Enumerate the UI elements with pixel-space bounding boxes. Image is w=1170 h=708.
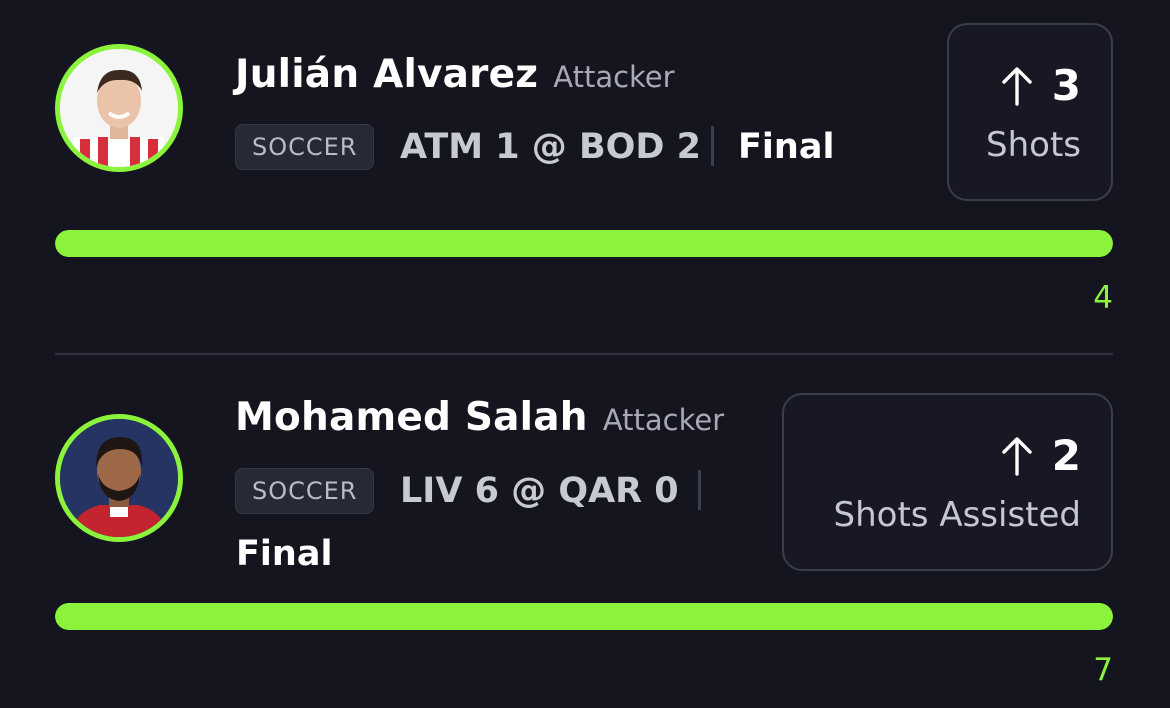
- player-avatar: [55, 414, 183, 542]
- pick-card[interactable]: Mohamed Salah Attacker SOCCER LIV 6 @ QA…: [0, 355, 1170, 708]
- progress-bar: [55, 603, 1113, 630]
- arrow-up-icon: [1000, 66, 1034, 106]
- progress-bar: [55, 230, 1113, 257]
- score-divider: [711, 126, 714, 166]
- player-position: Attacker: [553, 60, 675, 94]
- picks-page: Julián Alvarez Attacker SOCCER ATM 1 @ B…: [0, 0, 1170, 708]
- player-avatar: [55, 44, 183, 172]
- player-name-row: Julián Alvarez Attacker: [235, 52, 675, 97]
- actual-stat-value: 7: [1093, 652, 1113, 688]
- progress-fill: [55, 603, 1113, 630]
- prop-line-box[interactable]: 3 Shots: [947, 23, 1113, 201]
- pick-card[interactable]: Julián Alvarez Attacker SOCCER ATM 1 @ B…: [0, 0, 1170, 355]
- player-name-row: Mohamed Salah Attacker: [235, 395, 724, 440]
- game-score: LIV 6 @ QAR 0: [400, 471, 679, 511]
- prop-stat: Shots Assisted: [833, 495, 1081, 535]
- score-divider: [698, 470, 701, 510]
- game-status: Final: [236, 534, 333, 574]
- arrow-up-icon: [1000, 436, 1034, 476]
- prop-line-box[interactable]: 2 Shots Assisted: [782, 393, 1113, 571]
- prop-line-value: 3: [1051, 61, 1081, 110]
- prop-stat: Shots: [986, 125, 1081, 165]
- prop-line-value: 2: [1051, 431, 1081, 480]
- prop-line: 2: [1000, 431, 1081, 480]
- player-name: Julián Alvarez: [235, 52, 539, 97]
- prop-line: 3: [1000, 61, 1081, 110]
- game-status: Final: [738, 127, 835, 167]
- sport-badge: SOCCER: [235, 468, 375, 514]
- actual-stat-value: 4: [1093, 280, 1113, 316]
- progress-fill: [55, 230, 1113, 257]
- player-position: Attacker: [602, 403, 725, 437]
- sport-badge: SOCCER: [235, 124, 375, 170]
- player-name: Mohamed Salah: [235, 395, 588, 440]
- game-score: ATM 1 @ BOD 2: [400, 127, 702, 167]
